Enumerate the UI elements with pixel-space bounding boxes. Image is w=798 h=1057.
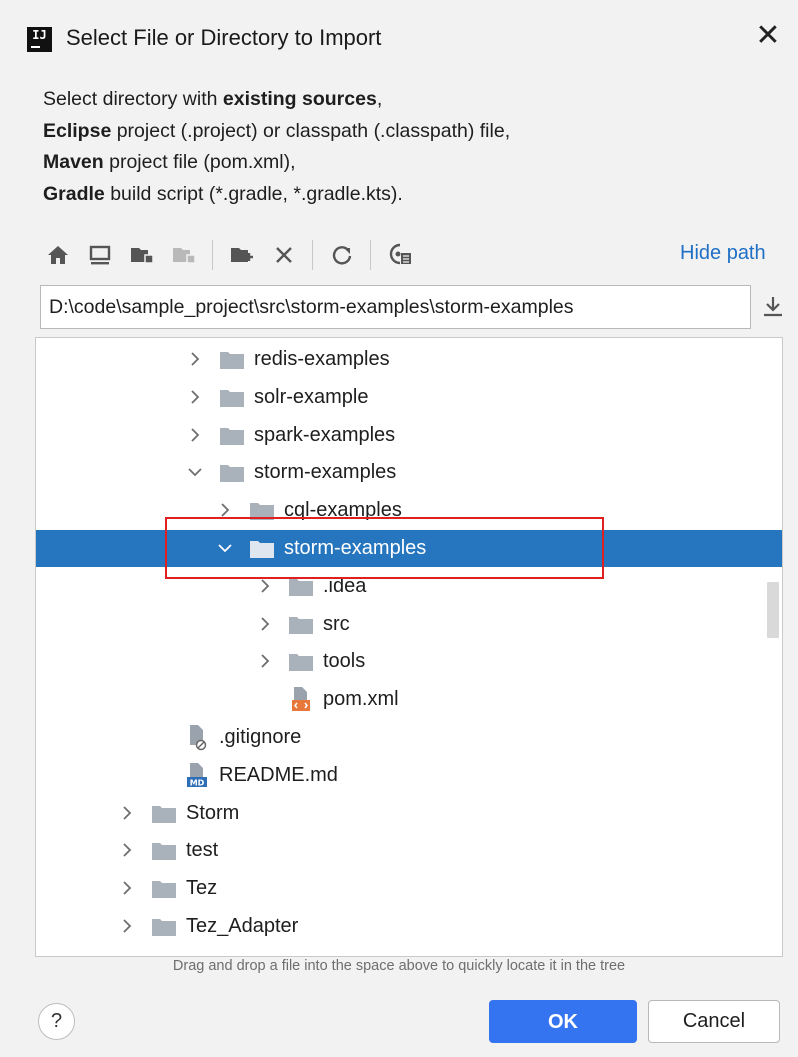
tree-row-label: tools: [323, 650, 366, 673]
hide-path-link[interactable]: Hide path: [680, 242, 766, 265]
chevron-right-icon[interactable]: [186, 426, 204, 444]
xml-file-icon: [288, 685, 314, 712]
chevron-right-icon[interactable]: [118, 917, 136, 935]
folder-icon: [219, 388, 245, 408]
project-folder-icon[interactable]: [124, 230, 160, 280]
annotation-highlight-box: [165, 517, 604, 579]
tree-row[interactable]: solr-example: [36, 379, 782, 416]
file-chooser-toolbar: Hide path: [40, 230, 792, 280]
drag-drop-hint: Drag and drop a file into the space abov…: [172, 958, 626, 974]
folder-icon: [219, 463, 245, 483]
tree-row-label: README.md: [219, 763, 338, 786]
tree-row-label: Tez_Adapter: [186, 915, 299, 937]
tree-row[interactable]: Tez_Adapter: [36, 908, 782, 945]
folder-icon: [151, 841, 177, 861]
tree-row[interactable]: test: [36, 832, 782, 869]
folder-icon: [151, 917, 177, 937]
description-line-4: Gradle build script (*.gradle, *.gradle.…: [43, 182, 403, 205]
tree-row[interactable]: spark-examples: [36, 417, 782, 454]
chevron-right-icon[interactable]: [118, 804, 136, 822]
tree-row[interactable]: .gitignore: [36, 719, 782, 756]
tree-row[interactable]: Storm: [36, 795, 782, 832]
tree-row-label: pom.xml: [323, 688, 399, 711]
tree-row-label: test: [186, 839, 219, 862]
toolbar-separator: [370, 240, 371, 270]
desktop-icon[interactable]: [82, 230, 118, 280]
chevron-right-icon[interactable]: [118, 841, 136, 859]
tree-row-label: src: [323, 612, 350, 635]
tree-row[interactable]: Tez: [36, 870, 782, 907]
ok-button[interactable]: OK: [489, 1000, 637, 1043]
module-folder-icon[interactable]: [166, 230, 202, 280]
description-line-1: Select directory with existing sources,: [43, 88, 383, 110]
chevron-down-icon[interactable]: [186, 463, 204, 481]
tree-row[interactable]: src: [36, 606, 782, 643]
svg-text:MD: MD: [190, 778, 205, 787]
gitignore-file-icon: [184, 723, 210, 751]
close-button[interactable]: ✕: [750, 18, 786, 54]
chevron-right-icon[interactable]: [256, 577, 274, 595]
home-icon[interactable]: [40, 230, 76, 280]
chevron-right-icon[interactable]: [186, 350, 204, 368]
tree-row[interactable]: tools: [36, 643, 782, 680]
title-bar: IJ Select File or Directory to Import ✕: [0, 0, 798, 76]
tree-row-label: redis-examples: [254, 348, 390, 370]
folder-icon: [288, 577, 314, 597]
dialog-description: Select directory with existing sources, …: [43, 84, 783, 210]
dialog-title: Select File or Directory to Import: [66, 25, 382, 50]
tree-row-label: solr-example: [254, 385, 369, 408]
chevron-right-icon[interactable]: [256, 615, 274, 633]
directory-tree[interactable]: redis-examples solr-example spark-examples…: [35, 337, 783, 957]
chevron-right-icon[interactable]: [256, 652, 274, 670]
chevron-right-icon[interactable]: [118, 879, 136, 897]
folder-icon: [151, 804, 177, 824]
path-field[interactable]: D:\code\sample_project\src\storm-example…: [40, 285, 751, 329]
tree-row-label: storm-examples: [254, 461, 397, 484]
intellij-logo-icon: IJ: [27, 27, 52, 52]
markdown-file-icon: MD: [184, 761, 210, 787]
description-line-2: Eclipse project (.project) or classpath …: [43, 119, 511, 142]
tree-row[interactable]: pom.xml: [36, 681, 782, 718]
refresh-icon[interactable]: [324, 230, 360, 280]
help-button[interactable]: ?: [38, 1003, 75, 1040]
folder-icon: [288, 615, 314, 635]
tree-row-label: spark-examples: [254, 423, 396, 446]
tree-row[interactable]: redis-examples: [36, 341, 782, 378]
description-line-3: Maven project file (pom.xml),: [43, 151, 296, 173]
folder-icon: [151, 879, 177, 899]
tree-row[interactable]: MD README.md: [36, 757, 782, 794]
folder-icon: [219, 426, 245, 446]
download-icon[interactable]: [758, 292, 788, 322]
tree-row-label: .gitignore: [219, 726, 302, 748]
tree-row-label: Storm: [186, 801, 240, 824]
folder-icon: [219, 350, 245, 370]
toolbar-separator: [312, 240, 313, 270]
import-dialog: IJ Select File or Directory to Import ✕ …: [0, 0, 798, 1057]
toolbar-separator: [212, 240, 213, 270]
new-folder-icon[interactable]: [224, 230, 260, 280]
tree-row[interactable]: storm-examples: [36, 454, 782, 491]
tree-scrollbar[interactable]: [767, 582, 779, 638]
delete-icon[interactable]: [266, 230, 302, 280]
tree-row-label: Tez: [186, 877, 218, 900]
folder-icon: [288, 652, 314, 672]
chevron-right-icon[interactable]: [186, 388, 204, 406]
cancel-button[interactable]: Cancel: [648, 1000, 780, 1043]
show-hidden-icon[interactable]: [382, 230, 418, 280]
